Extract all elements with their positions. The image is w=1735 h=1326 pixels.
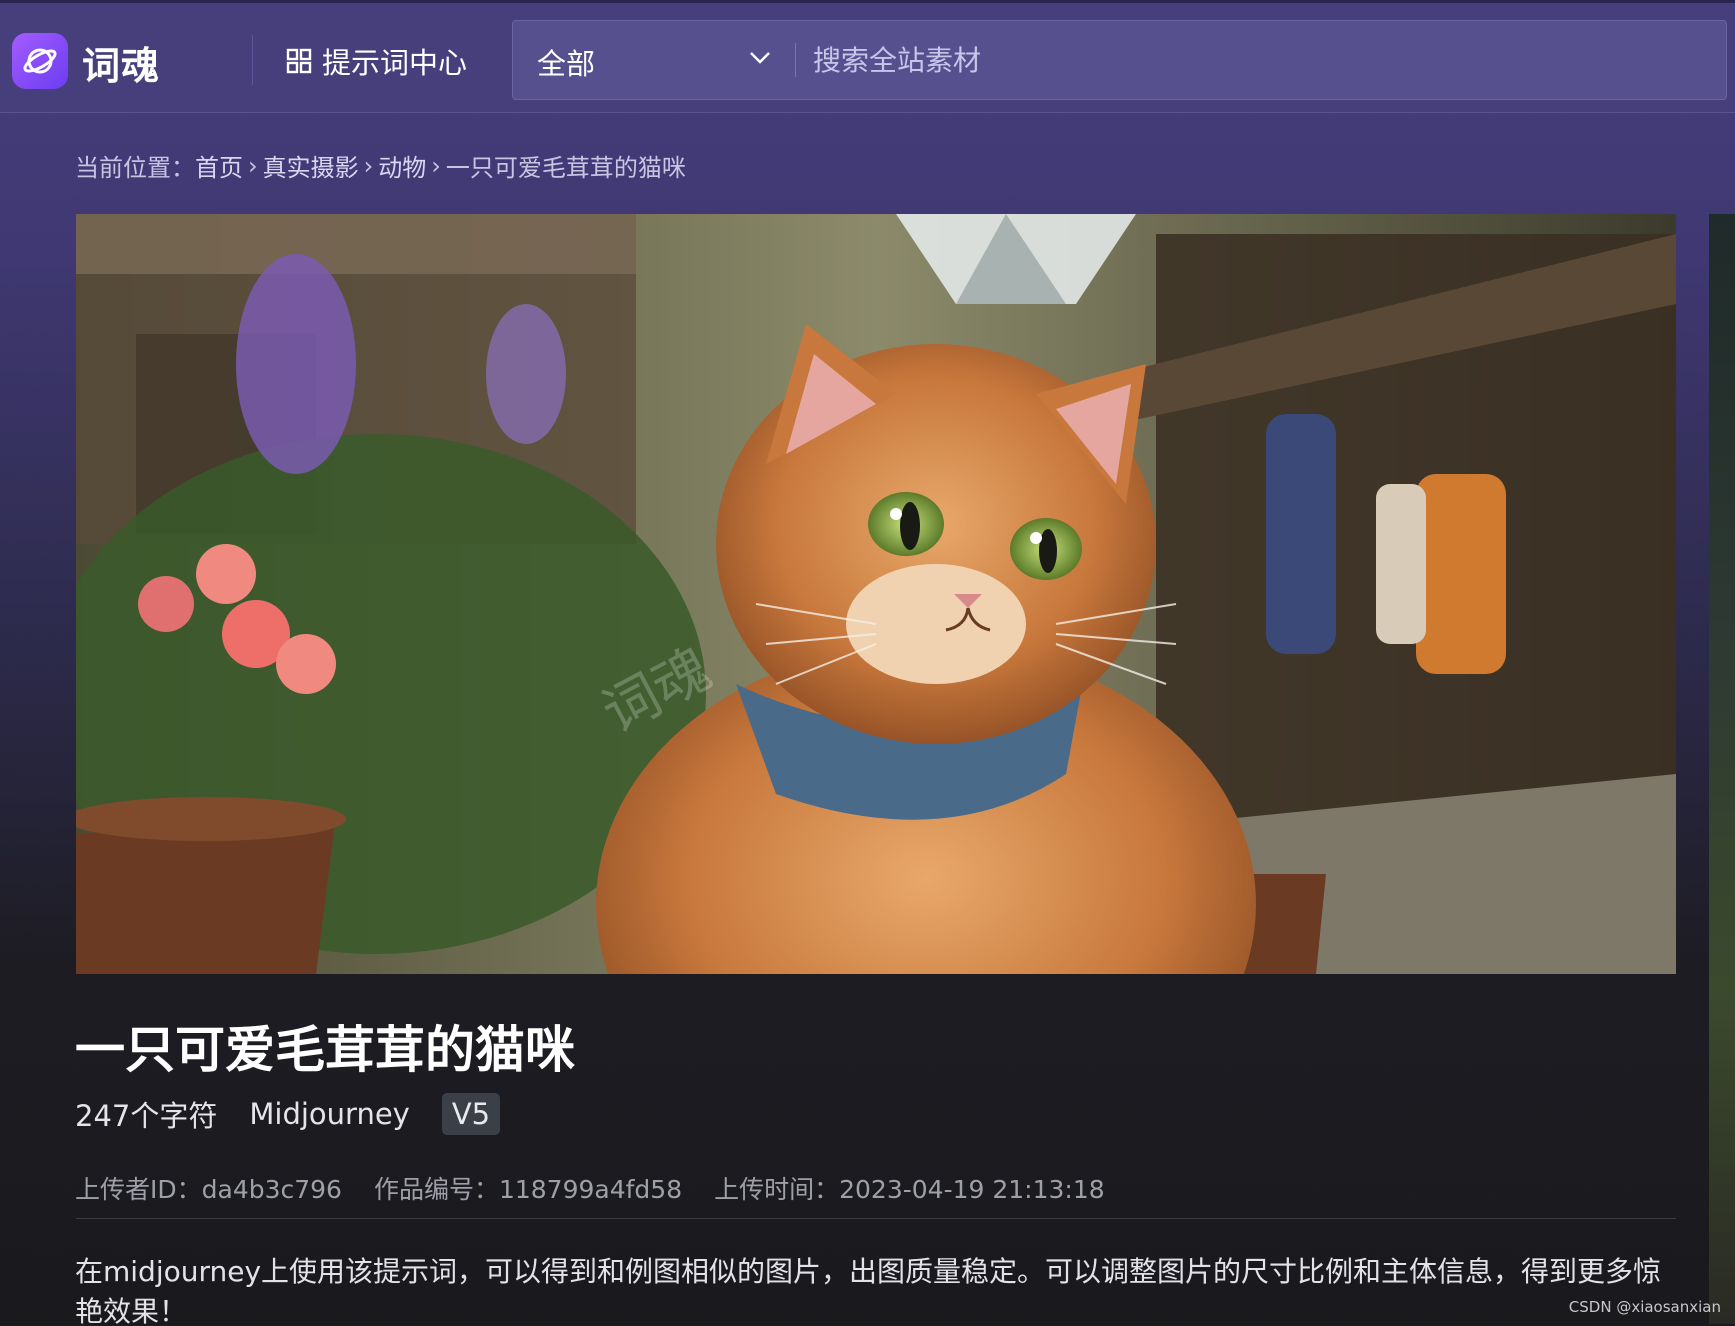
section-divider — [76, 1218, 1676, 1219]
upload-time: 上传时间：2023-04-19 21:13:18 — [714, 1175, 1105, 1204]
breadcrumb-separator: › — [248, 151, 258, 180]
breadcrumb-separator: › — [431, 151, 441, 180]
header-divider — [252, 35, 253, 85]
nav-prompt-label: 提示词中心 — [322, 46, 468, 80]
csdn-watermark: CSDN @xiaosanxian — [1568, 1298, 1721, 1316]
breadcrumb-real-photo[interactable]: 真实摄影 — [263, 148, 359, 183]
search-input[interactable] — [813, 35, 1693, 85]
next-image-preview[interactable] — [1709, 214, 1735, 1324]
artwork-title: 一只可爱毛茸茸的猫咪 — [75, 1021, 575, 1079]
breadcrumb-animals[interactable]: 动物 — [378, 148, 426, 183]
chevron-down-icon — [750, 52, 770, 64]
breadcrumb-home[interactable]: 首页 — [195, 148, 243, 183]
artwork-description: 在midjourney上使用该提示词，可以得到和例图相似的图片，出图质量稳定。可… — [75, 1255, 1662, 1326]
brand-name[interactable]: 词魂 — [82, 35, 160, 90]
top-header: 词魂 提示词中心 全部 — [0, 0, 1735, 113]
search-bar: 全部 — [512, 20, 1727, 100]
search-separator — [795, 43, 796, 77]
uploader-id: 上传者ID：da4b3c796 — [75, 1175, 342, 1204]
char-count: 247个字符 — [75, 1099, 218, 1133]
artwork-image[interactable]: 词魂 — [76, 214, 1676, 974]
breadcrumb-separator: › — [363, 151, 374, 180]
search-category-value: 全部 — [537, 47, 596, 81]
work-id: 作品编号：118799a4fd58 — [373, 1175, 683, 1204]
breadcrumb-current: 一只可爱毛茸茸的猫咪 — [445, 154, 686, 182]
model-name: Midjourney — [249, 1097, 410, 1131]
search-category-select[interactable]: 全部 — [513, 21, 795, 99]
logo-icon[interactable] — [12, 33, 68, 89]
artwork-details: 上传者ID：da4b3c796 作品编号：118799a4fd58 上传时间：2… — [75, 1170, 1105, 1206]
grid-icon — [286, 48, 312, 74]
nav-prompt-center[interactable]: 提示词中心 — [286, 41, 467, 81]
artwork-meta: 247个字符 Midjourney V5 — [75, 1090, 501, 1138]
version-badge: V5 — [441, 1093, 501, 1135]
breadcrumb-prefix: 当前位置： — [75, 154, 195, 182]
breadcrumb: 当前位置： 首页 › 真实摄影 › 动物 › 一只可爱毛茸茸的猫咪 — [75, 148, 686, 183]
